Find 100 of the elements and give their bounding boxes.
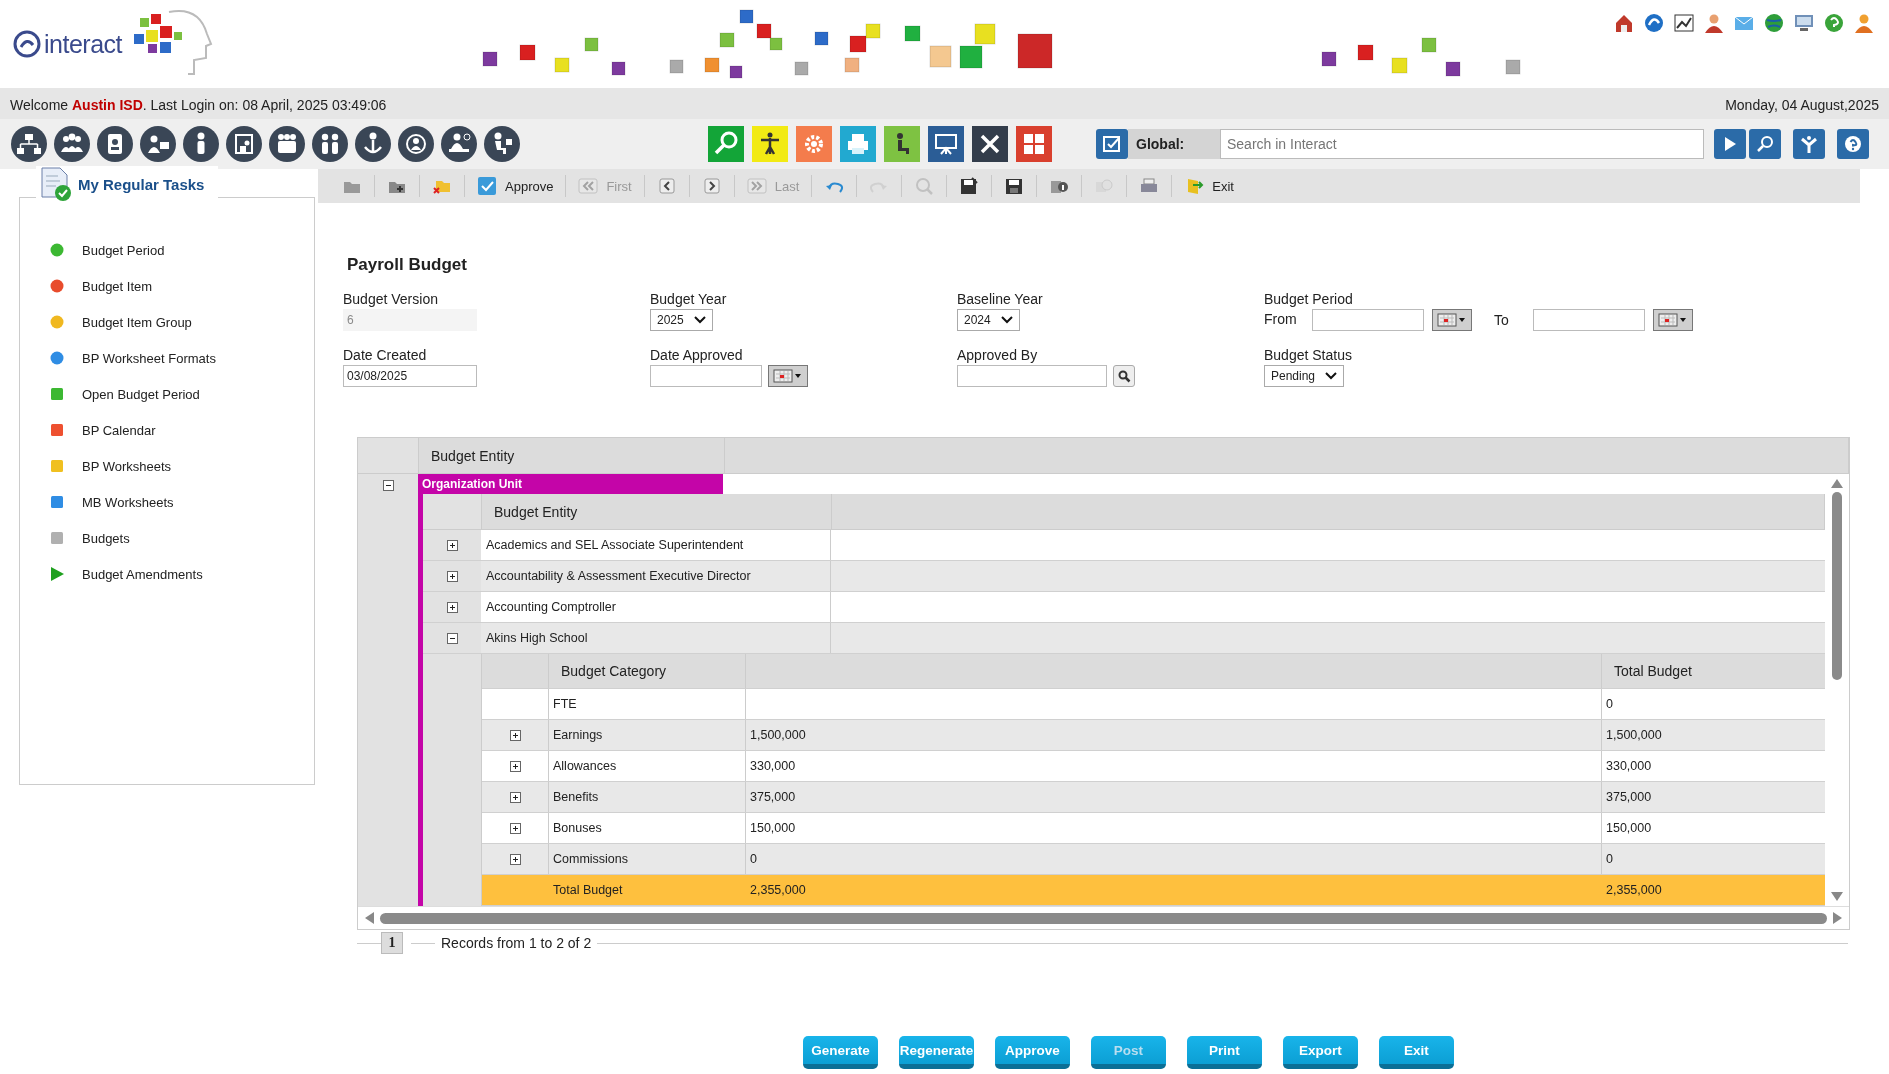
search-label: Global: xyxy=(1128,129,1220,159)
globe-icon[interactable] xyxy=(1763,12,1785,34)
presentation-icon[interactable] xyxy=(928,126,964,162)
field-label: Budget Year xyxy=(650,291,728,307)
table-cell: 1,500,000 xyxy=(750,728,806,742)
expand-icon[interactable] xyxy=(509,729,521,741)
scrollbar-thumb[interactable] xyxy=(380,912,1827,924)
table-cell: 1,500,000 xyxy=(1606,728,1662,742)
toolbar-button[interactable]: Exit xyxy=(1172,175,1246,197)
printer-icon[interactable] xyxy=(840,126,876,162)
grid-icon[interactable] xyxy=(1016,126,1052,162)
person-with-chart-icon[interactable] xyxy=(139,125,177,163)
person-icon[interactable] xyxy=(182,125,220,163)
person-at-computer-icon[interactable] xyxy=(483,125,521,163)
tools-icon[interactable] xyxy=(972,126,1008,162)
id-badge-icon[interactable] xyxy=(96,125,134,163)
expand-icon[interactable] xyxy=(446,601,458,613)
date-field[interactable] xyxy=(1532,309,1645,331)
person-at-board-icon[interactable] xyxy=(225,125,263,163)
sidebar-item[interactable]: Budget Item xyxy=(82,278,153,294)
scroll-left-icon[interactable] xyxy=(364,912,374,924)
help-icon xyxy=(1843,134,1863,154)
user-icon[interactable] xyxy=(1853,12,1875,34)
scroll-down-icon[interactable] xyxy=(1831,892,1843,902)
select-field[interactable]: 2024 xyxy=(957,309,1020,331)
field-label: Baseline Year xyxy=(957,291,1044,307)
text-field[interactable] xyxy=(957,365,1107,387)
two-people-icon[interactable] xyxy=(311,125,349,163)
swirl-icon[interactable] xyxy=(1643,12,1665,34)
house-icon[interactable] xyxy=(1613,12,1635,34)
date-field[interactable] xyxy=(650,365,762,387)
field-label: Date Approved xyxy=(650,347,744,363)
field-label: To xyxy=(1494,312,1509,328)
help-icon[interactable] xyxy=(1823,12,1845,34)
select-field[interactable]: Pending xyxy=(1264,365,1345,387)
search-icon xyxy=(1755,134,1775,154)
figure-icon[interactable] xyxy=(752,126,788,162)
caret-icon xyxy=(693,316,706,324)
sidebar-item[interactable]: BP Worksheets xyxy=(82,458,172,474)
search-button[interactable] xyxy=(1749,129,1781,159)
double-left-icon xyxy=(578,176,599,196)
gear-icon[interactable] xyxy=(796,126,832,162)
team-icon[interactable] xyxy=(268,125,306,163)
logo-swirl-icon xyxy=(12,29,42,59)
expand-icon[interactable] xyxy=(509,822,521,834)
collapse-icon[interactable] xyxy=(446,632,458,644)
calendar-button[interactable] xyxy=(1432,309,1472,331)
group-icon[interactable] xyxy=(53,125,91,163)
right-icon xyxy=(701,176,722,196)
monitor-icon[interactable] xyxy=(1793,12,1815,34)
chart-icon[interactable] xyxy=(1673,12,1695,34)
person-at-desk-icon[interactable] xyxy=(440,125,478,163)
help-button[interactable] xyxy=(1837,129,1869,159)
table-cell: 375,000 xyxy=(1606,790,1652,804)
table-cell: Benefits xyxy=(553,790,599,804)
sidebar-item[interactable]: Budget Period xyxy=(82,242,165,258)
calendar-icon xyxy=(1437,312,1467,328)
sidebar-item[interactable]: Budgets xyxy=(82,530,130,546)
expand-icon[interactable] xyxy=(509,760,521,772)
expand-icon[interactable] xyxy=(509,853,521,865)
page-button[interactable]: 1 xyxy=(381,932,403,954)
person-circle-icon[interactable] xyxy=(397,125,435,163)
scroll-up-icon[interactable] xyxy=(1831,478,1843,488)
sidebar-title: My Regular Tasks xyxy=(78,175,205,193)
figure-icon xyxy=(1799,134,1819,154)
scrollbar-thumb[interactable] xyxy=(1832,492,1842,680)
sidebar-item[interactable]: MB Worksheets xyxy=(82,494,174,510)
calendar-button[interactable] xyxy=(1652,309,1693,331)
table-cell: 150,000 xyxy=(1606,821,1652,835)
org-chart-icon[interactable] xyxy=(10,125,48,163)
expand-icon[interactable] xyxy=(509,791,521,803)
date-field[interactable] xyxy=(1312,309,1424,331)
sidebar-item[interactable]: BP Worksheet Formats xyxy=(82,350,216,366)
sidebar-item[interactable]: BP Calendar xyxy=(82,422,156,438)
sidebar-item[interactable]: Open Budget Period xyxy=(82,386,200,402)
table-cell: Earnings xyxy=(553,728,603,742)
text-field[interactable]: 03/08/2025 xyxy=(343,365,477,387)
figure-button[interactable] xyxy=(1793,129,1825,159)
sidebar-item[interactable]: Budget Item Group xyxy=(82,314,192,330)
toolbar-button[interactable]: Approve xyxy=(465,175,567,197)
search-icon xyxy=(1117,369,1131,383)
calendar-button[interactable] xyxy=(768,365,808,387)
person-icon[interactable] xyxy=(1703,12,1725,34)
search-icon[interactable] xyxy=(708,126,744,162)
expand-icon[interactable] xyxy=(446,539,458,551)
go-button[interactable] xyxy=(1714,129,1746,159)
person-anchor-icon[interactable] xyxy=(354,125,392,163)
table-cell: 330,000 xyxy=(750,759,796,773)
calendar-icon xyxy=(773,368,803,384)
select-field[interactable]: 2025 xyxy=(650,309,713,331)
expand-icon[interactable] xyxy=(446,570,458,582)
checkbox-button[interactable] xyxy=(1096,129,1128,159)
scroll-right-icon[interactable] xyxy=(1833,912,1843,924)
collapse-icon[interactable] xyxy=(382,480,394,491)
search-button[interactable] xyxy=(1113,365,1135,387)
sidebar-item[interactable]: Budget Amendments xyxy=(82,566,203,582)
person-seated-icon[interactable] xyxy=(884,126,920,162)
date-text: Monday, 04 August,2025 xyxy=(1725,97,1879,113)
field-label: From xyxy=(1264,311,1298,327)
search-field[interactable]: Search in Interact xyxy=(1220,129,1704,159)
